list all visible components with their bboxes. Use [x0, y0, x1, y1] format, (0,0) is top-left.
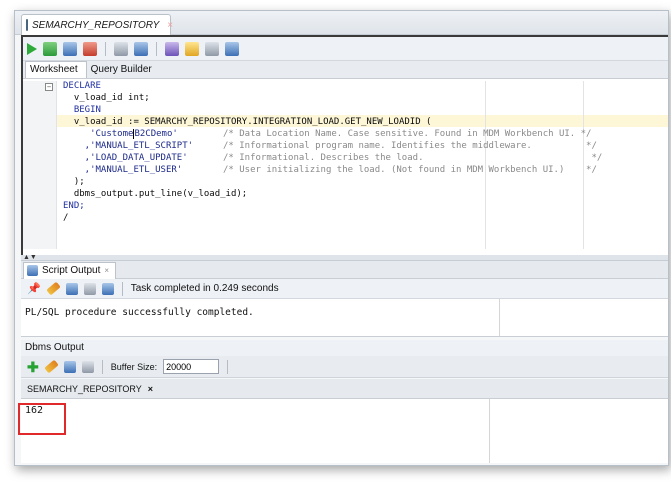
close-icon[interactable]: × [148, 384, 153, 394]
sql-tuning-advisor-icon[interactable] [165, 41, 179, 56]
toolbar-separator [121, 281, 123, 296]
close-icon[interactable]: × [167, 20, 173, 31]
run-script-icon[interactable] [43, 41, 57, 56]
editor-tab-semarchy-repository[interactable]: SEMARCHY_REPOSITORY × [21, 14, 173, 35]
code-comment: /* Informational program name. Identifie… [223, 141, 597, 151]
open-icon[interactable] [101, 282, 114, 295]
clear-icon[interactable] [185, 41, 199, 56]
code-line-assignment: v_load_id := SEMARCHY_REPOSITORY.INTEGRA… [63, 117, 432, 127]
dbms-output-tabbar: SEMARCHY_REPOSITORY × [21, 379, 668, 399]
print-icon[interactable] [83, 282, 96, 295]
dbms-connection-label: SEMARCHY_REPOSITORY [27, 383, 142, 394]
code-line-variable: v_load_id int; [63, 93, 150, 103]
code-line-arg-location: 'CustomeB2CDemo' [63, 128, 178, 140]
sql-history-icon[interactable] [205, 41, 219, 56]
fold-toggle-icon[interactable]: − [45, 83, 53, 91]
toolbar-separator [101, 359, 103, 374]
script-output-toolbar: 📌 Task completed in 0.249 seconds [21, 279, 668, 299]
save-icon[interactable] [63, 360, 76, 373]
commit-icon[interactable] [63, 41, 77, 56]
close-icon[interactable]: × [104, 266, 109, 275]
script-output-label: Script Output [42, 265, 101, 276]
code-line-arg-user: ,'MANUAL_ETL_USER' [63, 165, 183, 175]
script-output-body: PL/SQL procedure successfully completed. [21, 299, 668, 337]
eraser-icon[interactable] [44, 359, 59, 374]
result-highlight-box [18, 403, 66, 435]
line-gutter: − [23, 81, 57, 249]
format-icon[interactable] [225, 41, 239, 56]
tab-query-builder[interactable]: Query Builder [87, 62, 160, 78]
code-line-declare: DECLARE [63, 81, 101, 91]
tab-dbms-connection[interactable]: SEMARCHY_REPOSITORY × [21, 381, 159, 397]
rollback-icon[interactable] [83, 41, 97, 56]
eraser-icon[interactable] [45, 281, 61, 296]
code-text: B2CDemo' [134, 129, 178, 139]
code-line-put-line: dbms_output.put_line(v_load_id); [63, 189, 248, 199]
code-text: 'Custome [63, 129, 134, 139]
sql-developer-window: SEMARCHY_REPOSITORY × Worksheet Query Bu… [14, 10, 669, 466]
save-icon[interactable] [65, 282, 78, 295]
run-statement-icon[interactable] [27, 42, 37, 55]
output-divider [499, 299, 500, 336]
dbms-output-title: Dbms Output [21, 340, 668, 356]
dbms-output-toolbar: ✚ Buffer Size: [21, 356, 668, 378]
pin-icon[interactable]: 📌 [27, 282, 41, 295]
toolbar-separator [105, 41, 106, 56]
output-divider [489, 399, 490, 463]
script-output-icon [27, 265, 38, 276]
script-output-tabbar: Script Output × [21, 261, 668, 279]
collapse-arrows-icon[interactable]: ▲▼ [23, 254, 37, 261]
database-connection-icon [26, 19, 28, 31]
task-status-text: Task completed in 0.249 seconds [130, 283, 279, 294]
script-output-message: PL/SQL procedure successfully completed. [25, 307, 254, 318]
code-line-begin: BEGIN [63, 105, 101, 115]
enable-dbms-output-icon[interactable]: ✚ [27, 360, 39, 374]
editor-tab-label: SEMARCHY_REPOSITORY [32, 19, 160, 31]
tab-worksheet[interactable]: Worksheet [25, 61, 87, 78]
tab-script-output[interactable]: Script Output × [23, 261, 117, 279]
code-comment: /* Data Location Name. Case sensitive. F… [223, 129, 592, 139]
code-comment: /* Informational. Describes the load. */ [223, 153, 603, 163]
print-icon[interactable] [81, 360, 94, 373]
code-line-arg-description: ,'LOAD_DATA_UPDATE' [63, 153, 188, 163]
code-line-end: END; [63, 201, 85, 211]
code-comment: /* User initializing the load. (Not foun… [223, 165, 597, 175]
code-line-slash: / [63, 213, 69, 223]
worksheet-subtabs: Worksheet Query Builder [23, 61, 668, 79]
worksheet-toolbar [23, 37, 668, 61]
toolbar-separator [227, 359, 229, 374]
buffer-size-input[interactable] [163, 359, 220, 374]
buffer-size-label: Buffer Size: [110, 361, 158, 372]
sql-code-editor[interactable]: − DECLARE v_load_id int; BEGIN v_load_id… [23, 81, 668, 249]
autotrace-icon[interactable] [134, 41, 148, 56]
dbms-output-body: 162 [21, 399, 668, 463]
worksheet-panel: Worksheet Query Builder − DECLARE v_load… [21, 35, 668, 257]
toolbar-separator [156, 41, 157, 56]
code-line-arg-program: ,'MANUAL_ETL_SCRIPT' [63, 141, 194, 151]
explain-plan-icon[interactable] [114, 41, 128, 56]
editor-tab-bar: SEMARCHY_REPOSITORY × [15, 11, 668, 35]
code-line-close-paren: ); [63, 177, 85, 187]
